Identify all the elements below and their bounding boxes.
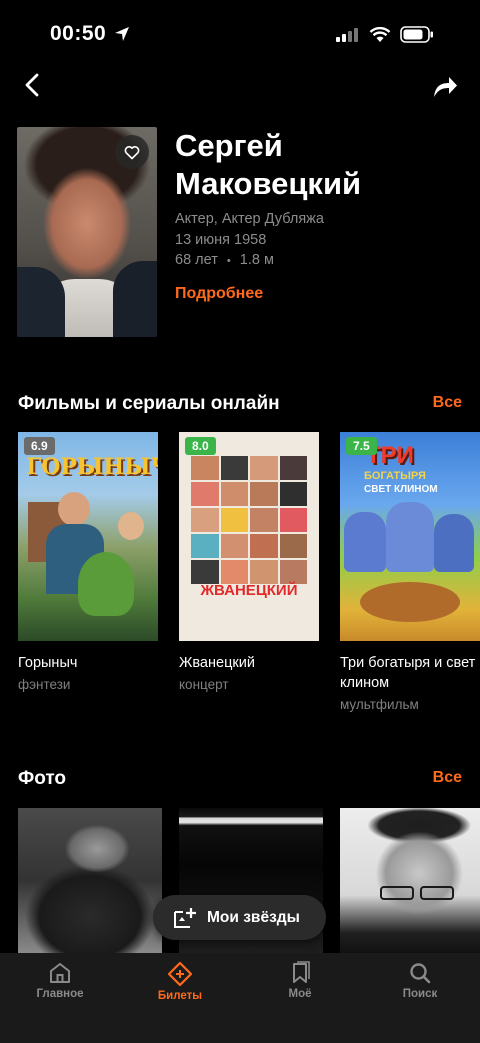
- my-stars-label: Мои звёзды: [207, 908, 300, 926]
- person-birth-date: 13 июня 1958: [175, 232, 267, 248]
- rating-badge: 7.5: [346, 437, 377, 455]
- photo-thumbnail[interactable]: [18, 808, 162, 953]
- person-name-line1: Сергей: [175, 128, 283, 163]
- film-genre: мультфильм: [340, 697, 419, 712]
- photos-see-all-link[interactable]: Все: [433, 769, 462, 787]
- photo-glasses-left: [380, 886, 414, 900]
- location-arrow-icon: [115, 27, 129, 41]
- cellular-signal-icon: [336, 27, 358, 42]
- tab-label: Моё: [288, 988, 312, 1000]
- poster-character-2: [118, 512, 144, 540]
- status-indicators: [336, 26, 434, 43]
- share-icon[interactable]: [430, 72, 460, 102]
- poster-hero-3: [434, 514, 474, 572]
- film-card[interactable]: ЖВАНЕЦКИЙ 8.0 Жванецкий концерт: [179, 432, 319, 695]
- poster-face-grid: [191, 456, 307, 584]
- search-icon: [410, 963, 431, 984]
- film-title: Жванецкий: [179, 655, 255, 671]
- person-age: 68 лет: [175, 252, 218, 268]
- heart-icon: [124, 145, 140, 159]
- tab-search[interactable]: Поиск: [360, 961, 480, 1000]
- status-time: 00:50: [50, 22, 107, 45]
- person-name-line2: Маковецкий: [175, 166, 362, 201]
- poster-horses: [360, 582, 460, 622]
- films-section-title: Фильмы и сериалы онлайн: [18, 393, 280, 414]
- film-poster: ЖВАНЕЦКИЙ 8.0: [179, 432, 319, 641]
- photo-thumbnail[interactable]: [340, 808, 480, 953]
- favorite-button[interactable]: [115, 135, 149, 169]
- poster-hero-1: [344, 512, 386, 572]
- photo-glasses-right: [420, 886, 454, 900]
- person-stats: 68 лет • 1.8 м: [175, 252, 274, 268]
- tab-label: Главное: [36, 988, 84, 1000]
- bookmark-icon: [293, 961, 310, 983]
- poster-dragon: [78, 552, 134, 616]
- poster-title-art-mid: БОГАТЫРЯ: [364, 470, 426, 482]
- home-icon: [50, 963, 70, 983]
- person-name: Сергей Маковецкий: [175, 127, 455, 203]
- tab-label: Билеты: [157, 990, 203, 1002]
- poster-character-head: [58, 492, 90, 526]
- poster-title-art-bottom: СВЕТ КЛИНОМ: [364, 484, 438, 495]
- film-poster: ТРИ БОГАТЫРЯ СВЕТ КЛИНОМ 7.5: [340, 432, 480, 641]
- portrait-jacket-left: [17, 267, 65, 337]
- tab-home[interactable]: Главное: [0, 961, 120, 1000]
- battery-icon: [400, 26, 433, 43]
- poster-hero-2: [386, 502, 434, 572]
- tab-tickets[interactable]: Билеты: [120, 961, 240, 1002]
- top-navigation: [0, 68, 480, 104]
- film-card[interactable]: ГОРЫНЫЧ 6.9 Горыныч фэнтези: [18, 432, 158, 695]
- chevron-left-icon: [25, 73, 39, 97]
- my-stars-button[interactable]: Мои звёзды: [153, 895, 326, 940]
- person-followers: 1.8 м: [239, 252, 274, 268]
- portrait-jacket-right: [113, 261, 157, 337]
- film-title: Горыныч: [18, 655, 78, 671]
- photos-section-title: Фото: [18, 768, 67, 789]
- person-portrait: [17, 127, 157, 337]
- back-button[interactable]: [18, 70, 46, 100]
- film-poster: ГОРЫНЫЧ 6.9: [18, 432, 158, 641]
- wifi-icon: [369, 26, 391, 42]
- person-header: Сергей Маковецкий Актер, Актер Дубляжа 1…: [17, 127, 463, 337]
- film-title: Три богатыря и свет клином: [340, 655, 476, 691]
- film-card[interactable]: ТРИ БОГАТЫРЯ СВЕТ КЛИНОМ 7.5 Три богатыр…: [340, 432, 480, 715]
- more-details-link[interactable]: Подробнее: [175, 285, 263, 303]
- tab-bar: Главное Билеты Моё Поиск: [0, 953, 480, 1043]
- stats-separator: •: [226, 255, 231, 267]
- poster-title-art: ГОРЫНЫЧ: [26, 454, 158, 480]
- tab-mine[interactable]: Моё: [240, 961, 360, 1000]
- film-genre: фэнтези: [18, 677, 71, 692]
- add-to-collection-icon: [174, 907, 196, 928]
- tab-label: Поиск: [402, 988, 438, 1000]
- poster-title-art: ЖВАНЕЦКИЙ: [200, 582, 298, 599]
- status-bar: 00:50: [0, 0, 480, 70]
- ticket-icon: [167, 961, 193, 987]
- films-see-all-link[interactable]: Все: [433, 394, 462, 412]
- rating-badge: 8.0: [185, 437, 216, 455]
- rating-badge: 6.9: [24, 437, 55, 455]
- person-roles: Актер, Актер Дубляжа: [175, 211, 324, 227]
- film-genre: концерт: [179, 677, 229, 692]
